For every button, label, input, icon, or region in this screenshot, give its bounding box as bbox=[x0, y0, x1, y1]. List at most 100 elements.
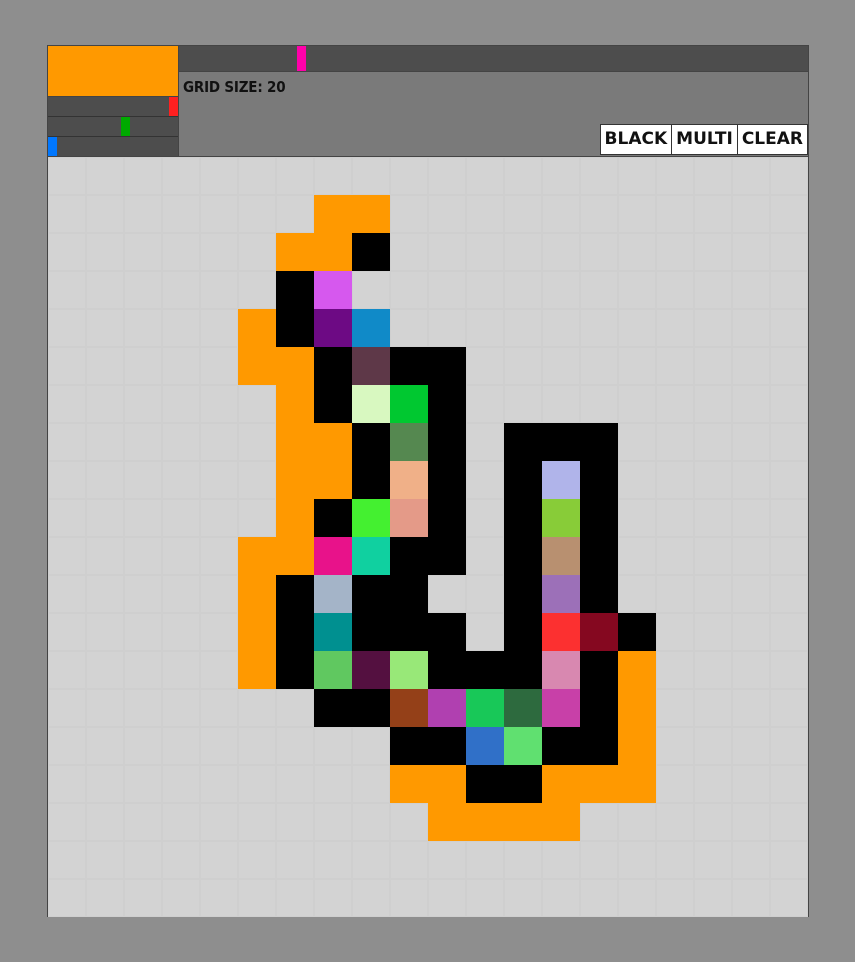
grid-cell[interactable] bbox=[238, 195, 276, 233]
grid-cell[interactable] bbox=[504, 803, 542, 841]
grid-cell[interactable] bbox=[428, 423, 466, 461]
grid-cell[interactable] bbox=[276, 423, 314, 461]
grid-cell[interactable] bbox=[504, 765, 542, 803]
grid-cell[interactable] bbox=[732, 727, 770, 765]
grid-cell[interactable] bbox=[618, 195, 656, 233]
grid-cell[interactable] bbox=[542, 841, 580, 879]
grid-cell[interactable] bbox=[238, 689, 276, 727]
grid-cell[interactable] bbox=[504, 727, 542, 765]
grid-cell[interactable] bbox=[618, 385, 656, 423]
grid-cell[interactable] bbox=[390, 195, 428, 233]
grid-cell[interactable] bbox=[542, 803, 580, 841]
grid-cell[interactable] bbox=[466, 157, 504, 195]
grid-cell[interactable] bbox=[618, 309, 656, 347]
grid-cell[interactable] bbox=[352, 233, 390, 271]
grid-cell[interactable] bbox=[580, 423, 618, 461]
grid-cell[interactable] bbox=[390, 347, 428, 385]
grid-cell[interactable] bbox=[618, 461, 656, 499]
grid-cell[interactable] bbox=[276, 841, 314, 879]
grid-cell[interactable] bbox=[200, 803, 238, 841]
grid-cell[interactable] bbox=[656, 537, 694, 575]
grid-cell[interactable] bbox=[504, 575, 542, 613]
grid-cell[interactable] bbox=[694, 271, 732, 309]
grid-cell[interactable] bbox=[276, 233, 314, 271]
grid-cell[interactable] bbox=[48, 499, 86, 537]
grid-cell[interactable] bbox=[504, 347, 542, 385]
grid-cell[interactable] bbox=[504, 879, 542, 917]
grid-cell[interactable] bbox=[200, 651, 238, 689]
red-slider-handle[interactable] bbox=[169, 97, 178, 116]
grid-cell[interactable] bbox=[656, 765, 694, 803]
grid-cell[interactable] bbox=[580, 195, 618, 233]
grid-cell[interactable] bbox=[542, 613, 580, 651]
grid-cell[interactable] bbox=[48, 613, 86, 651]
grid-cell[interactable] bbox=[124, 195, 162, 233]
grid-cell[interactable] bbox=[124, 385, 162, 423]
grid-cell[interactable] bbox=[314, 423, 352, 461]
grid-cell[interactable] bbox=[162, 689, 200, 727]
grid-cell[interactable] bbox=[694, 651, 732, 689]
blue-slider[interactable] bbox=[48, 137, 178, 157]
grid-cell[interactable] bbox=[732, 879, 770, 917]
grid-cell[interactable] bbox=[542, 385, 580, 423]
grid-cell[interactable] bbox=[200, 461, 238, 499]
grid-cell[interactable] bbox=[428, 195, 466, 233]
grid-cell[interactable] bbox=[694, 195, 732, 233]
grid-cell[interactable] bbox=[314, 461, 352, 499]
grid-cell[interactable] bbox=[314, 309, 352, 347]
grid-cell[interactable] bbox=[162, 499, 200, 537]
grid-cell[interactable] bbox=[390, 461, 428, 499]
grid-cell[interactable] bbox=[580, 803, 618, 841]
grid-cell[interactable] bbox=[86, 803, 124, 841]
grid-cell[interactable] bbox=[238, 309, 276, 347]
grid-cell[interactable] bbox=[200, 727, 238, 765]
grid-cell[interactable] bbox=[466, 271, 504, 309]
grid-cell[interactable] bbox=[504, 233, 542, 271]
grid-cell[interactable] bbox=[428, 385, 466, 423]
grid-cell[interactable] bbox=[48, 537, 86, 575]
grid-cell[interactable] bbox=[352, 385, 390, 423]
grid-cell[interactable] bbox=[504, 195, 542, 233]
grid-cell[interactable] bbox=[238, 879, 276, 917]
grid-cell[interactable] bbox=[314, 499, 352, 537]
grid-cell[interactable] bbox=[86, 575, 124, 613]
grid-cell[interactable] bbox=[694, 841, 732, 879]
grid-cell[interactable] bbox=[390, 651, 428, 689]
grid-cell[interactable] bbox=[124, 423, 162, 461]
grid-cell[interactable] bbox=[428, 879, 466, 917]
grid-cell[interactable] bbox=[542, 689, 580, 727]
grid-cell[interactable] bbox=[580, 575, 618, 613]
grid-cell[interactable] bbox=[580, 727, 618, 765]
grid-cell[interactable] bbox=[352, 537, 390, 575]
grid-cell[interactable] bbox=[542, 575, 580, 613]
grid-cell[interactable] bbox=[124, 841, 162, 879]
grid-cell[interactable] bbox=[352, 271, 390, 309]
grid-cell[interactable] bbox=[86, 271, 124, 309]
grid-cell[interactable] bbox=[314, 233, 352, 271]
grid-cell[interactable] bbox=[732, 423, 770, 461]
grid-cell[interactable] bbox=[390, 499, 428, 537]
grid-cell[interactable] bbox=[314, 689, 352, 727]
grid-cell[interactable] bbox=[504, 423, 542, 461]
grid-cell[interactable] bbox=[86, 385, 124, 423]
grid-cell[interactable] bbox=[86, 651, 124, 689]
drawing-grid[interactable] bbox=[48, 156, 808, 917]
grid-cell[interactable] bbox=[580, 309, 618, 347]
grid-cell[interactable] bbox=[466, 727, 504, 765]
grid-cell[interactable] bbox=[314, 575, 352, 613]
grid-cell[interactable] bbox=[656, 157, 694, 195]
grid-cell[interactable] bbox=[124, 575, 162, 613]
grid-cell[interactable] bbox=[162, 575, 200, 613]
grid-cell[interactable] bbox=[618, 841, 656, 879]
grid-cell[interactable] bbox=[200, 385, 238, 423]
grid-cell[interactable] bbox=[694, 157, 732, 195]
grid-cell[interactable] bbox=[580, 499, 618, 537]
grid-cell[interactable] bbox=[770, 879, 808, 917]
grid-cell[interactable] bbox=[162, 879, 200, 917]
grid-cell[interactable] bbox=[466, 651, 504, 689]
grid-cell[interactable] bbox=[770, 727, 808, 765]
grid-cell[interactable] bbox=[542, 271, 580, 309]
grid-cell[interactable] bbox=[86, 765, 124, 803]
grid-cell[interactable] bbox=[352, 727, 390, 765]
grid-cell[interactable] bbox=[466, 499, 504, 537]
